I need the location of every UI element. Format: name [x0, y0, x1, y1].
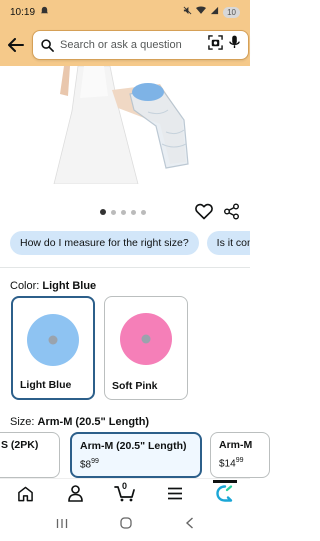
price-cents: 99	[235, 457, 244, 464]
product-image[interactable]	[0, 66, 250, 184]
nav-cart[interactable]: 0	[110, 481, 140, 507]
battery-indicator: 10	[223, 6, 240, 18]
back-button[interactable]	[8, 34, 24, 56]
nav-menu[interactable]	[160, 481, 190, 507]
home-circle-icon	[120, 516, 133, 529]
image-carousel-dots	[100, 209, 146, 215]
share-button[interactable]	[223, 203, 240, 225]
bottom-navigation: 0	[0, 478, 250, 508]
home-system-button[interactable]	[120, 516, 133, 534]
carousel-dot[interactable]	[111, 209, 116, 215]
question-chip[interactable]: Is it comfortable to wear?	[206, 231, 250, 255]
wifi-icon	[196, 6, 207, 18]
swatch-hole	[141, 334, 151, 344]
color-option-soft-pink[interactable]: Soft Pink	[104, 296, 188, 400]
section-divider	[0, 267, 250, 268]
question-chip[interactable]: How do I measure for the right size?	[10, 231, 199, 255]
signal-icon	[210, 6, 219, 18]
nav-account[interactable]	[60, 481, 90, 507]
color-selection-label: Color: Light Blue	[10, 280, 96, 292]
color-option-label: Light Blue	[20, 379, 72, 391]
carousel-dot[interactable]	[131, 209, 136, 215]
status-bar: 10:19 10	[0, 0, 250, 24]
search-bar[interactable]	[32, 30, 249, 60]
color-option-label: Soft Pink	[112, 380, 158, 392]
soft-pink-swatch-image	[120, 313, 172, 365]
light-blue-swatch-image	[27, 314, 79, 366]
notification-icon	[40, 6, 49, 18]
size-option-label: Arm-M (20.5" Length)	[80, 440, 187, 452]
menu-icon	[168, 487, 182, 500]
carousel-dot[interactable]	[100, 209, 106, 215]
share-icon	[224, 203, 239, 220]
system-navigation-bar	[0, 508, 250, 541]
size-option-price: $899	[80, 458, 192, 470]
cart-count: 0	[122, 480, 128, 491]
home-icon	[17, 486, 33, 501]
search-icon	[41, 38, 54, 52]
wishlist-button[interactable]	[195, 203, 213, 225]
carousel-dot[interactable]	[141, 209, 146, 215]
color-option-light-blue[interactable]: Light Blue	[11, 296, 95, 400]
size-option-s-2pk[interactable]: S (2PK)	[0, 432, 60, 478]
nav-rufus[interactable]	[210, 479, 240, 507]
search-input[interactable]	[60, 39, 202, 51]
status-time: 10:19	[10, 6, 36, 18]
price-dollars: $14	[219, 458, 236, 470]
size-selection-label: Size: Arm-M (20.5" Length)	[10, 416, 149, 428]
recent-apps-button[interactable]	[56, 516, 68, 534]
chevron-left-icon	[185, 516, 193, 529]
question-chips: How do I measure for the right size? Is …	[10, 231, 250, 255]
size-option-label: Arm-M	[219, 439, 253, 451]
account-icon	[67, 485, 83, 502]
size-option-arm-m-alt[interactable]: Arm-M $1499	[210, 432, 270, 478]
size-label: Size:	[10, 416, 35, 428]
size-option-label: S (2PK)	[1, 439, 39, 451]
selected-color-value: Light Blue	[42, 280, 97, 292]
carousel-dot[interactable]	[121, 209, 126, 215]
size-option-arm-m[interactable]: Arm-M (20.5" Length) $899	[70, 432, 202, 478]
rufus-icon	[216, 485, 233, 502]
app-header	[0, 24, 250, 66]
swatch-hole	[48, 335, 58, 345]
camera-search-icon[interactable]	[208, 35, 223, 55]
microphone-icon[interactable]	[229, 35, 240, 55]
back-system-button[interactable]	[185, 516, 194, 534]
price-cents: 99	[91, 458, 99, 465]
price-dollars: $8	[80, 459, 92, 471]
nav-home[interactable]	[10, 481, 40, 507]
selected-size-value: Arm-M (20.5" Length)	[37, 416, 150, 428]
mute-icon	[183, 6, 192, 18]
heart-icon	[195, 203, 213, 220]
back-arrow-icon	[8, 38, 24, 52]
color-label: Color:	[10, 280, 40, 292]
recent-apps-icon	[57, 518, 68, 528]
size-option-price: $1499	[219, 457, 261, 469]
